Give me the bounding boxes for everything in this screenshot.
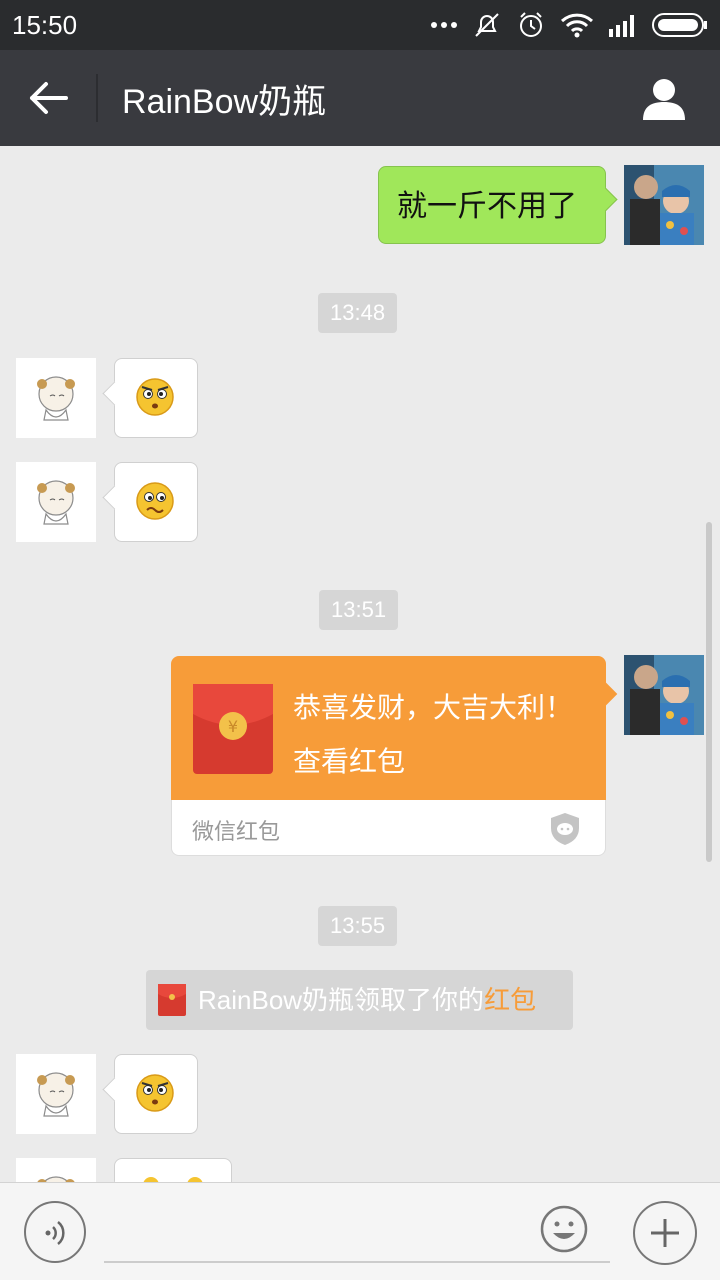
emoji-icon[interactable] — [540, 1205, 588, 1253]
red-packet-greeting: 恭喜发财，大吉大利！ — [293, 691, 574, 724]
contact-avatar-drawing — [16, 1158, 96, 1182]
red-packet-brand: 微信红包 — [192, 820, 281, 845]
received-emoji-bubble[interactable] — [114, 358, 198, 438]
received-emoji-bubble[interactable] — [114, 462, 198, 542]
my-avatar[interactable] — [624, 165, 704, 245]
red-envelope-icon: ¥ — [193, 684, 273, 774]
contact-avatar-drawing — [16, 462, 96, 542]
more-dots-icon — [431, 22, 457, 28]
angry-face-icon — [136, 1074, 174, 1112]
voice-icon — [45, 1221, 65, 1245]
my-avatar[interactable] — [624, 655, 704, 735]
red-packet-view-label: 查看红包 — [293, 745, 406, 778]
timestamp-1: 13:48 — [318, 293, 398, 333]
title-bar: RainBow奶瓶 — [0, 50, 720, 146]
voice-button[interactable] — [24, 1201, 86, 1263]
status-time: 15:50 — [12, 10, 78, 40]
mute-icon — [475, 13, 499, 37]
sent-message-bubble[interactable]: 就一斤不用了 — [378, 166, 606, 244]
red-packet-header: ¥ 恭喜发财，大吉大利！ 查看红包 — [171, 656, 606, 800]
system-message-link[interactable]: 红包 — [484, 985, 536, 1015]
title-divider — [96, 74, 98, 122]
status-icons — [430, 10, 708, 40]
signal-icon — [609, 15, 634, 37]
timestamp-2: 13:51 — [319, 590, 399, 630]
system-message-text: RainBow奶瓶领取了你的 — [198, 985, 485, 1015]
angry-face-icon — [136, 378, 174, 416]
chat-area[interactable]: 就一斤不用了 13:48 13:51 ¥ 恭喜发财，大吉大利！ 查看红包 微信红… — [0, 146, 720, 1182]
alarm-icon — [520, 12, 542, 37]
chat-title: RainBow奶瓶 — [122, 83, 327, 121]
system-message: RainBow奶瓶领取了你的红包 — [146, 970, 573, 1030]
sticker-icon — [143, 1177, 203, 1182]
red-packet-footer: 微信红包 — [171, 800, 606, 856]
battery-icon — [652, 13, 707, 37]
my-avatar-photo — [624, 655, 704, 735]
input-bar — [0, 1182, 720, 1280]
message-input[interactable] — [104, 1199, 610, 1263]
shield-icon — [551, 813, 579, 845]
received-emoji-bubble[interactable] — [114, 1158, 232, 1182]
contact-avatar[interactable] — [16, 1054, 96, 1134]
wifi-icon — [560, 13, 594, 38]
contact-avatar-drawing — [16, 1054, 96, 1134]
more-button[interactable] — [633, 1201, 697, 1265]
contact-avatar[interactable] — [16, 1158, 96, 1182]
my-avatar-photo — [624, 165, 704, 245]
back-arrow-icon[interactable] — [28, 80, 68, 116]
timestamp-3: 13:55 — [318, 906, 398, 946]
profile-icon[interactable] — [642, 78, 686, 120]
contact-avatar-drawing — [16, 358, 96, 438]
red-envelope-icon — [158, 984, 186, 1016]
worried-face-icon — [136, 482, 174, 520]
svg-text:¥: ¥ — [228, 717, 238, 736]
plus-icon — [651, 1219, 679, 1247]
status-bar: 15:50 — [0, 0, 720, 50]
received-emoji-bubble[interactable] — [114, 1054, 198, 1134]
red-packet-message[interactable]: ¥ 恭喜发财，大吉大利！ 查看红包 微信红包 — [171, 656, 606, 856]
sent-message-text: 就一斤不用了 — [397, 189, 577, 224]
chat-scrollbar[interactable] — [706, 522, 712, 862]
contact-avatar[interactable] — [16, 358, 96, 438]
contact-avatar[interactable] — [16, 462, 96, 542]
